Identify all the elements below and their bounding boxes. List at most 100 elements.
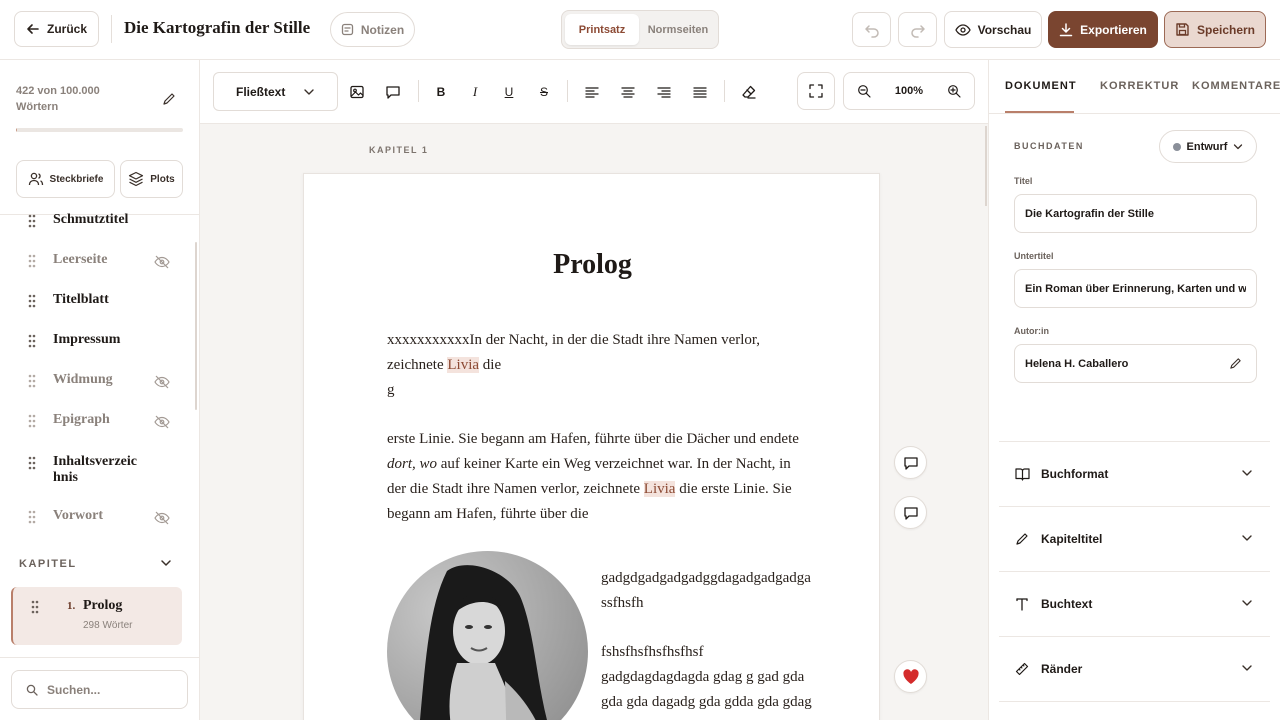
pen-icon (1015, 532, 1029, 546)
sidebar-item-vorwort[interactable]: Vorwort (0, 503, 190, 533)
export-button[interactable]: Exportieren (1048, 11, 1158, 48)
accordion-buchformat[interactable]: Buchformat (999, 442, 1270, 506)
tab-kommentare[interactable]: KOMMENTARE (1192, 80, 1280, 92)
drag-handle-icon[interactable] (28, 294, 36, 308)
notes-button-label: Notizen (360, 22, 405, 37)
chapter-title: Prolog (83, 598, 123, 613)
drag-handle-icon[interactable] (28, 414, 36, 428)
paragraph-style-select[interactable]: Fließtext (213, 72, 338, 111)
drag-handle-icon[interactable] (28, 254, 36, 268)
layers-icon (128, 171, 144, 187)
save-button[interactable]: Speichern (1164, 11, 1266, 48)
edit-goal-icon[interactable] (162, 92, 176, 106)
drag-handle-icon[interactable] (31, 600, 39, 614)
underline-button[interactable]: U (497, 80, 521, 104)
eye-off-icon[interactable] (154, 511, 170, 525)
eye-off-icon[interactable] (154, 255, 170, 269)
redo-button[interactable] (898, 12, 937, 47)
divider (999, 701, 1270, 702)
divider (567, 80, 568, 102)
zoom-in-icon[interactable] (947, 84, 961, 98)
align-left-icon[interactable] (580, 80, 604, 104)
accordion-label: Ränder (1041, 662, 1083, 676)
drag-handle-icon[interactable] (28, 374, 36, 388)
chapter-item-prolog[interactable]: 1. Prolog 298 Wörter (11, 587, 182, 645)
section-heading: BUCHDATEN (1014, 141, 1084, 151)
drag-handle-icon[interactable] (28, 334, 36, 348)
note-icon (341, 23, 354, 36)
view-mode-toggle: Printsatz Normseiten (561, 10, 719, 49)
zoom-out-icon[interactable] (857, 84, 871, 98)
view-mode-normseiten[interactable]: Normseiten (641, 14, 715, 45)
divider (418, 80, 419, 102)
character-mention[interactable]: Livia (643, 481, 676, 497)
fullscreen-button[interactable] (797, 72, 835, 110)
characters-button[interactable]: Steckbriefe (16, 160, 115, 198)
eraser-icon[interactable] (737, 80, 761, 104)
status-dropdown[interactable]: Entwurf (1159, 130, 1257, 163)
document-page[interactable]: Prolog xxxxxxxxxxxIn der Nacht, in der d… (303, 173, 880, 720)
chapters-section-header[interactable]: KAPITEL (0, 548, 199, 578)
sidebar-item-label: Schmutztitel (53, 212, 129, 227)
search-input[interactable] (47, 682, 177, 697)
image-icon[interactable] (345, 80, 369, 104)
side-paragraph[interactable]: gadgdgadgadgadggdagadgadgadga ssfhsfh (601, 566, 813, 616)
tab-dokument[interactable]: DOKUMENT (1005, 80, 1077, 92)
plots-button[interactable]: Plots (120, 160, 183, 198)
accordion-buchtext[interactable]: Buchtext (999, 572, 1270, 636)
side-paragraph[interactable]: fshsfhsfhsfhsfhsf gadgdagdagdagda gdag g… (601, 640, 813, 715)
subtitle-field (1014, 269, 1257, 308)
zoom-control: 100% (843, 72, 975, 110)
editor-scrollbar[interactable] (985, 126, 987, 206)
drag-handle-icon[interactable] (28, 456, 36, 470)
view-mode-printsatz[interactable]: Printsatz (565, 14, 639, 45)
subtitle-input[interactable] (1025, 282, 1246, 295)
accordion-kapiteltitel[interactable]: Kapiteltitel (999, 507, 1270, 571)
sidebar-item-widmung[interactable]: Widmung (0, 367, 190, 397)
character-mention[interactable]: Livia (447, 357, 480, 373)
eye-off-icon[interactable] (154, 415, 170, 429)
author-field-label: Autor:in (1014, 326, 1049, 336)
eye-off-icon[interactable] (154, 375, 170, 389)
sidebar-item-impressum[interactable]: Impressum (0, 327, 190, 357)
sidebar-scrollbar[interactable] (195, 242, 197, 410)
paragraph[interactable]: erste Linie. Sie begann am Hafen, führte… (387, 427, 807, 527)
drag-handle-icon[interactable] (28, 510, 36, 524)
undo-button[interactable] (852, 12, 891, 47)
bold-button[interactable]: B (429, 80, 453, 104)
like-button[interactable] (894, 660, 927, 693)
add-comment-button[interactable] (894, 446, 927, 479)
sidebar-item-leerseite[interactable]: Leerseite (0, 247, 190, 277)
preview-button[interactable]: Vorschau (944, 11, 1042, 48)
status-label: Entwurf (1186, 140, 1228, 153)
align-justify-icon[interactable] (688, 80, 712, 104)
title-input[interactable] (1025, 207, 1246, 220)
save-button-label: Speichern (1196, 22, 1256, 37)
edit-icon[interactable] (1229, 357, 1242, 370)
chevron-down-icon (1241, 533, 1253, 543)
chapters-heading: KAPITEL (19, 558, 77, 570)
sidebar-item-inhaltsverzeichnis[interactable]: Inhaltsverzeic hnis (0, 449, 190, 487)
align-center-icon[interactable] (616, 80, 640, 104)
portrait-image[interactable] (387, 551, 588, 720)
italic-button[interactable]: I (463, 80, 487, 104)
tab-korrektur[interactable]: KORREKTUR (1100, 80, 1179, 92)
author-input[interactable] (1025, 357, 1246, 370)
accordion-raender[interactable]: Ränder (999, 637, 1270, 701)
drag-handle-icon[interactable] (28, 214, 36, 228)
floppy-icon (1175, 22, 1190, 37)
sidebar-item-titelblatt[interactable]: Titelblatt (0, 287, 190, 317)
add-comment-button[interactable] (894, 496, 927, 529)
top-bar: Zurück Die Kartografin der Stille Notize… (0, 0, 1280, 60)
plots-button-label: Plots (150, 173, 175, 185)
align-right-icon[interactable] (652, 80, 676, 104)
sidebar-item-label: Widmung (53, 372, 113, 387)
sidebar-item-epigraph[interactable]: Epigraph (0, 407, 190, 437)
paragraph[interactable]: xxxxxxxxxxxIn der Nacht, in der die Stad… (387, 328, 807, 403)
comment-icon[interactable] (381, 80, 405, 104)
sidebar-item-schmutztitel[interactable]: Schmutztitel (0, 207, 190, 237)
strikethrough-button[interactable]: S (532, 80, 556, 104)
users-icon (28, 171, 44, 187)
back-button[interactable]: Zurück (14, 11, 99, 47)
notes-button[interactable]: Notizen (330, 12, 415, 47)
